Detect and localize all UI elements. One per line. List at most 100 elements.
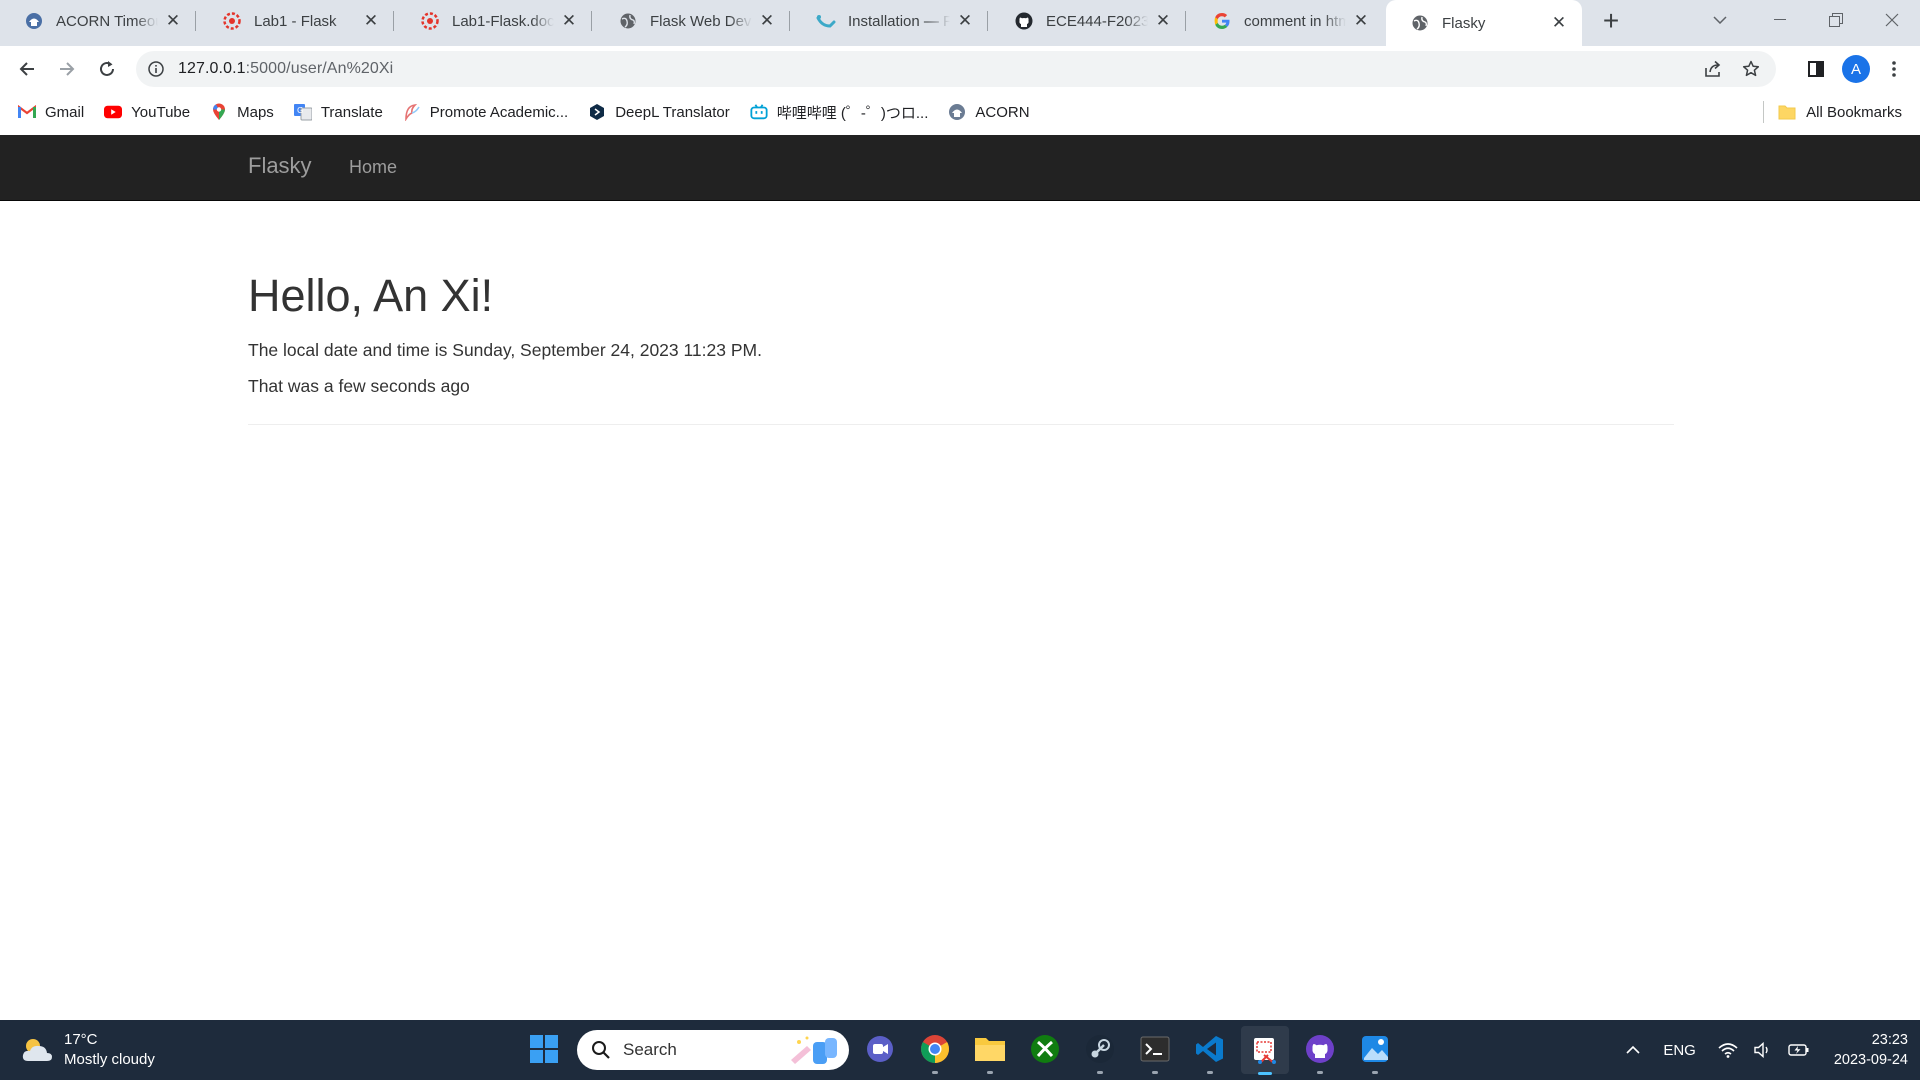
restore-icon[interactable] — [1808, 0, 1864, 40]
translate-icon: G — [293, 103, 312, 121]
all-bookmarks-button[interactable]: All Bookmarks — [1763, 92, 1902, 132]
forward-button[interactable] — [51, 53, 83, 85]
kebab-menu-icon[interactable] — [1882, 61, 1906, 77]
battery-charging-icon[interactable] — [1788, 1043, 1810, 1057]
youtube-icon — [104, 103, 123, 121]
weather-temperature: 17°C — [64, 1031, 98, 1048]
bookmark-maps[interactable]: Maps — [210, 103, 274, 121]
input-language[interactable]: ENG — [1663, 1042, 1696, 1059]
bookmark-translate[interactable]: G Translate — [293, 103, 383, 121]
start-button[interactable] — [527, 1032, 561, 1066]
reload-button[interactable] — [91, 53, 123, 85]
chrome-app[interactable] — [918, 1032, 952, 1074]
url-path: :5000/user/An%20Xi — [245, 60, 394, 77]
taskbar-clock[interactable]: 23:23 2023-09-24 — [1834, 1030, 1908, 1070]
side-panel-icon[interactable] — [1802, 61, 1830, 77]
tab-ece444-github[interactable]: ECE444-F2023-Lab1 ✕ — [990, 0, 1186, 42]
share-icon[interactable] — [1704, 60, 1724, 78]
snipping-tool-icon — [1254, 1038, 1276, 1064]
teams-chat-app[interactable] — [863, 1032, 897, 1066]
photos-app[interactable] — [1358, 1032, 1392, 1074]
flask-icon — [816, 11, 836, 31]
tab-lab1-flask-docx[interactable]: Lab1-Flask.docx ✕ — [396, 0, 592, 42]
github-desktop-app[interactable] — [1303, 1032, 1337, 1074]
chrome-icon — [921, 1035, 949, 1063]
bookmark-label: Translate — [320, 103, 383, 121]
bookmark-label: YouTube — [131, 103, 191, 121]
tab-search-chevron-icon[interactable] — [1708, 8, 1732, 32]
bilibili-icon — [750, 103, 768, 121]
tab-google-search[interactable]: comment in html ✕ — [1188, 0, 1384, 42]
tab-flasky-active[interactable]: Flasky ✕ — [1386, 0, 1582, 46]
tab-title: Lab1 - Flask — [254, 12, 337, 30]
omnibox-actions — [1704, 51, 1760, 87]
all-bookmarks-label: All Bookmarks — [1806, 103, 1902, 121]
bookmark-youtube[interactable]: YouTube — [104, 103, 190, 121]
tab-close-icon[interactable]: ✕ — [164, 12, 182, 30]
terminal-icon — [1140, 1036, 1170, 1062]
close-window-icon[interactable] — [1864, 0, 1920, 40]
running-indicator — [932, 1071, 938, 1074]
navbar-brand[interactable]: Flasky — [248, 153, 312, 179]
system-tray: ENG 23:23 2023-09-24 — [1617, 1020, 1920, 1080]
main-content: Hello, An Xi! The local date and time is… — [248, 201, 1674, 425]
steam-app[interactable] — [1083, 1032, 1117, 1074]
file-explorer-app[interactable] — [973, 1032, 1007, 1074]
tab-close-icon[interactable]: ✕ — [758, 12, 776, 30]
terminal-app[interactable] — [1138, 1032, 1172, 1074]
weather-text: 17°C Mostly cloudy — [64, 1030, 155, 1070]
running-indicator — [1317, 1071, 1323, 1074]
github-icon — [1014, 11, 1034, 31]
bookmark-label: 哔哩哔哩 (゜-゜)つロ... — [776, 104, 929, 122]
tab-close-icon[interactable]: ✕ — [1352, 12, 1370, 30]
nav-home-link[interactable]: Home — [349, 157, 397, 178]
tab-separator — [393, 11, 394, 31]
new-tab-button[interactable]: + — [1594, 6, 1628, 40]
cloudy-weather-icon — [20, 1035, 54, 1065]
taskbar-search[interactable]: Search — [577, 1030, 849, 1070]
address-bar[interactable]: 127.0.0.1:5000/user/An%20Xi — [136, 51, 1776, 87]
tab-acorn-timeout[interactable]: ACORN Timeout ✕ — [0, 0, 196, 42]
bookmark-promote-academic[interactable]: Promote Academic... — [403, 103, 568, 121]
tab-flask-web-development[interactable]: Flask Web Development ✕ — [594, 0, 790, 42]
tab-installation-flask[interactable]: Installation — Flask ✕ — [792, 0, 988, 42]
globe-icon — [1410, 13, 1430, 33]
bookmark-bilibili[interactable]: 哔哩哔哩 (゜-゜)つロ... — [750, 102, 929, 123]
wifi-icon[interactable] — [1718, 1042, 1738, 1058]
tab-close-icon[interactable]: ✕ — [1550, 14, 1568, 32]
running-indicator — [1207, 1071, 1213, 1074]
chat-icon — [867, 1036, 893, 1062]
tab-close-icon[interactable]: ✕ — [362, 12, 380, 30]
tab-separator — [789, 11, 790, 31]
tab-close-icon[interactable]: ✕ — [1154, 12, 1172, 30]
snipping-tool-app[interactable] — [1241, 1026, 1289, 1075]
chevron-up-icon[interactable] — [1625, 1045, 1641, 1055]
windows-logo-icon — [530, 1035, 558, 1063]
bookmark-acorn[interactable]: ACORN — [948, 103, 1030, 121]
window-controls — [1752, 0, 1920, 40]
profile-avatar[interactable]: A — [1842, 55, 1870, 83]
bookmark-deepl[interactable]: DeepL Translator — [588, 103, 730, 121]
steam-icon — [1086, 1035, 1114, 1063]
github-desktop-icon — [1306, 1035, 1334, 1063]
bookmark-label: Promote Academic... — [429, 103, 569, 121]
tab-close-icon[interactable]: ✕ — [956, 12, 974, 30]
photos-icon — [1362, 1036, 1388, 1062]
vscode-app[interactable] — [1193, 1032, 1227, 1074]
url-host: 127.0.0.1 — [178, 60, 246, 77]
back-button[interactable] — [11, 53, 43, 85]
clock-time: 23:23 — [1871, 1032, 1908, 1048]
browser-toolbar: 127.0.0.1:5000/user/An%20Xi A — [0, 46, 1920, 92]
minimize-icon[interactable] — [1752, 0, 1808, 40]
site-info-icon[interactable] — [148, 61, 164, 77]
weather-widget[interactable]: 17°C Mostly cloudy — [20, 1030, 155, 1070]
tab-lab1-flask[interactable]: Lab1 - Flask ✕ — [198, 0, 394, 42]
vscode-icon — [1196, 1036, 1223, 1062]
volume-icon[interactable] — [1754, 1042, 1772, 1058]
tab-close-icon[interactable]: ✕ — [560, 12, 578, 30]
running-indicator — [1097, 1071, 1103, 1074]
svg-text:G: G — [297, 106, 303, 115]
bookmark-gmail[interactable]: Gmail — [18, 103, 84, 121]
xbox-app[interactable] — [1028, 1032, 1062, 1066]
bookmark-star-icon[interactable] — [1742, 60, 1760, 78]
